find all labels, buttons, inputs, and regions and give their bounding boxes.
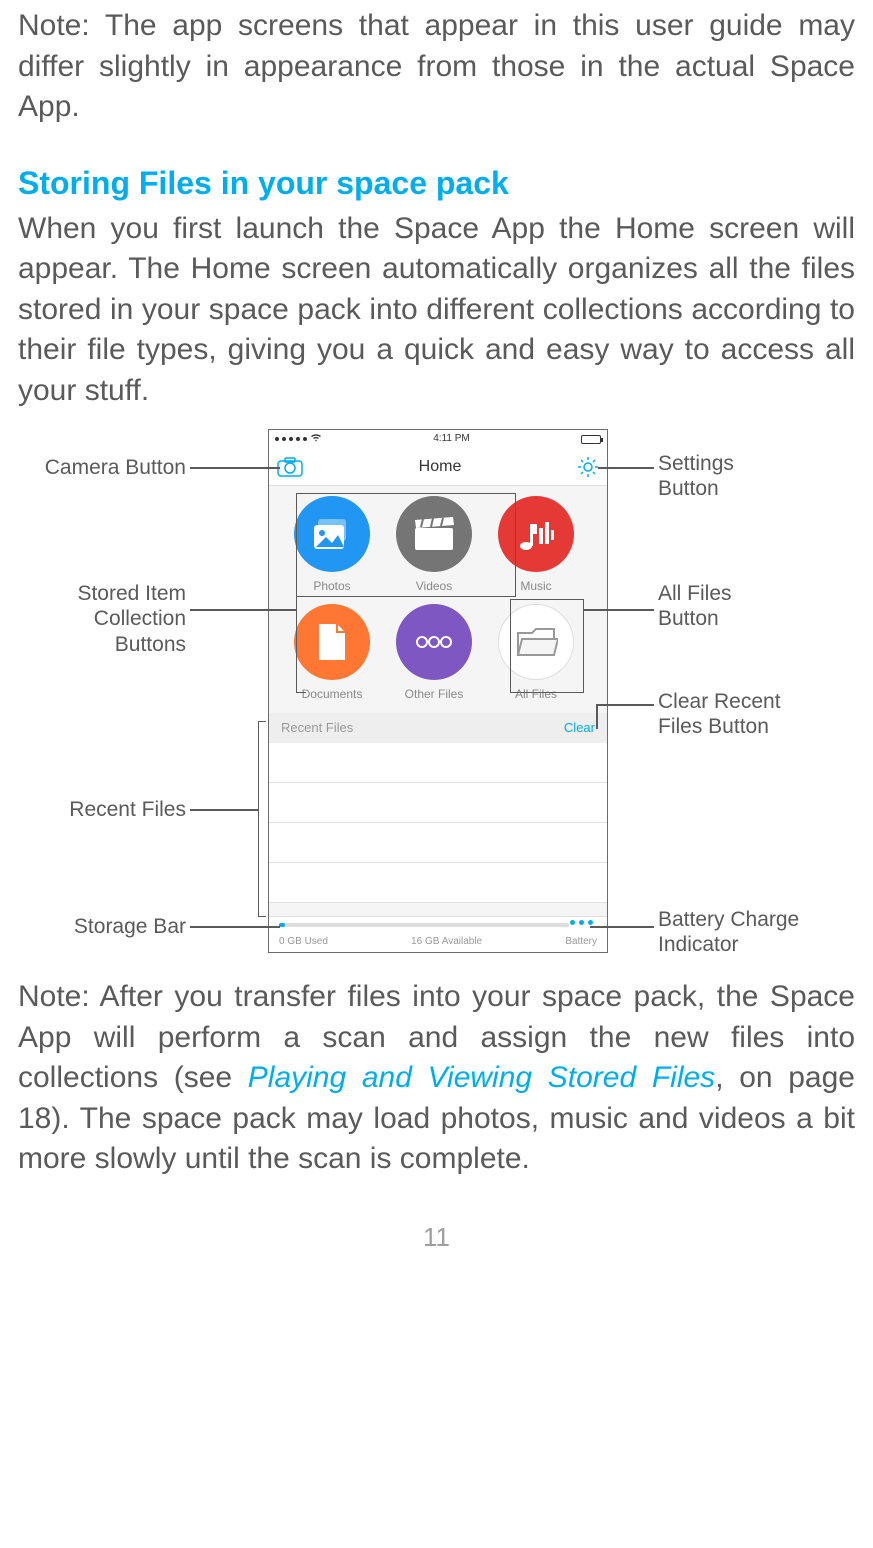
storage-available: 16 GB Available bbox=[411, 935, 482, 949]
callout-all-files-button: All FilesButton bbox=[658, 581, 732, 631]
videos-icon bbox=[396, 496, 472, 572]
recent-files-label: Recent Files bbox=[281, 719, 353, 737]
note-after-transfer: Note: After you transfer files into your… bbox=[18, 977, 855, 1180]
labeled-diagram: 4:11 PM Home Photos bbox=[18, 429, 855, 959]
callout-camera-button: Camera Button bbox=[18, 455, 186, 480]
camera-icon[interactable] bbox=[277, 457, 303, 477]
folder-icon bbox=[498, 604, 574, 680]
battery-indicator bbox=[570, 920, 593, 925]
callout-battery-indicator: Battery ChargeIndicator bbox=[658, 907, 799, 957]
list-item bbox=[269, 783, 607, 823]
collection-grid: Photos Videos Music bbox=[269, 486, 607, 712]
nav-bar: Home bbox=[269, 448, 607, 486]
section-paragraph: When you first launch the Space App the … bbox=[18, 209, 855, 412]
callout-stored-items: Stored Item Collection Buttons bbox=[18, 581, 186, 657]
page-number: 11 bbox=[18, 1220, 855, 1255]
callout-settings-button: SettingsButton bbox=[658, 451, 734, 501]
storage-used: 0 GB Used bbox=[279, 935, 328, 949]
battery-icon bbox=[581, 435, 601, 444]
storage-bar bbox=[279, 923, 569, 927]
recent-files-header: Recent Files Clear bbox=[269, 713, 607, 743]
callout-recent-files: Recent Files bbox=[18, 797, 186, 822]
callout-storage-bar: Storage Bar bbox=[18, 914, 186, 939]
other-files-tile[interactable]: Other Files bbox=[389, 604, 479, 702]
clear-button[interactable]: Clear bbox=[564, 719, 595, 737]
list-item bbox=[269, 823, 607, 863]
phone-screenshot: 4:11 PM Home Photos bbox=[268, 429, 608, 953]
battery-label: Battery bbox=[565, 935, 597, 949]
recent-files-list bbox=[269, 743, 607, 903]
note-disclaimer: Note: The app screens that appear in thi… bbox=[18, 6, 855, 128]
status-time: 4:11 PM bbox=[433, 432, 470, 446]
footer-bar: 0 GB Used 16 GB Available Battery bbox=[269, 916, 607, 952]
gear-icon[interactable] bbox=[577, 456, 599, 478]
wifi-icon bbox=[310, 432, 322, 447]
status-bar: 4:11 PM bbox=[269, 430, 607, 448]
list-item bbox=[269, 743, 607, 783]
nav-title: Home bbox=[419, 456, 462, 478]
all-files-tile[interactable]: All Files bbox=[491, 604, 581, 702]
other-icon bbox=[396, 604, 472, 680]
callout-clear-recent: Clear RecentFiles Button bbox=[658, 689, 781, 739]
music-icon bbox=[498, 496, 574, 572]
list-item bbox=[269, 863, 607, 903]
link-playing-viewing[interactable]: Playing and Viewing Stored Files bbox=[248, 1061, 715, 1094]
music-tile[interactable]: Music bbox=[491, 496, 581, 594]
videos-tile[interactable]: Videos bbox=[389, 496, 479, 594]
section-heading: Storing Files in your space pack bbox=[18, 162, 855, 205]
